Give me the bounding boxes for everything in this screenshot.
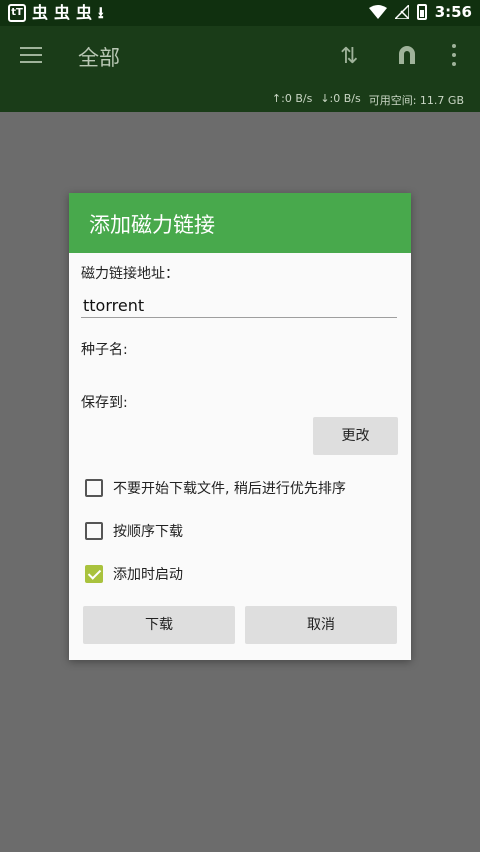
wifi-icon xyxy=(368,5,387,19)
magnet-icon[interactable] xyxy=(396,44,418,66)
page-title: 全部 xyxy=(78,46,120,70)
free-space: 可用空间: 11.7 GB xyxy=(368,94,464,107)
speed-info: ↑:0 B/s ↓:0 B/s 可用空间: 11.7 GB xyxy=(272,92,464,108)
option-label: 按顺序下载 xyxy=(113,524,183,540)
app-bar: 全部 ⇅ ↑:0 B/s ↓:0 B/s 可用空间: 11.7 GB xyxy=(0,26,480,112)
dialog-header: 添加磁力链接 xyxy=(69,193,411,253)
add-magnet-dialog: 添加磁力链接 磁力链接地址： 种子名: 保存到: 更改 不要开始下载文件, 稍后… xyxy=(69,193,411,660)
more-vert-icon[interactable] xyxy=(452,44,458,66)
option-start-on-add[interactable]: 添加时启动 xyxy=(85,564,183,584)
status-notification-icons: tT 虫 虫 虫 ⭳ xyxy=(8,4,104,22)
bug-icon: 虫 xyxy=(76,3,93,22)
option-delay-download[interactable]: 不要开始下载文件, 稍后进行优先排序 xyxy=(85,478,346,498)
option-label: 添加时启动 xyxy=(113,567,183,583)
checkbox[interactable] xyxy=(85,522,103,540)
status-system-icons: 3:56 xyxy=(368,3,472,21)
checkbox[interactable] xyxy=(85,479,103,497)
battery-icon xyxy=(416,4,427,20)
checkbox[interactable] xyxy=(85,565,103,583)
no-signal-icon xyxy=(394,5,409,19)
magnet-link-input[interactable] xyxy=(81,290,397,318)
download-icon: ⭳ xyxy=(98,3,104,22)
status-bar: tT 虫 虫 虫 ⭳ 3:56 xyxy=(0,0,480,26)
bug-icon: 虫 xyxy=(32,3,49,22)
option-sequential-download[interactable]: 按顺序下载 xyxy=(85,521,183,541)
upload-speed: ↑:0 B/s xyxy=(271,92,313,105)
sort-icon[interactable]: ⇅ xyxy=(340,44,358,69)
download-speed: ↓:0 B/s xyxy=(320,92,361,105)
change-button[interactable]: 更改 xyxy=(313,417,398,455)
download-button[interactable]: 下载 xyxy=(83,606,235,644)
cancel-button[interactable]: 取消 xyxy=(245,606,397,644)
option-label: 不要开始下载文件, 稍后进行优先排序 xyxy=(113,481,346,497)
clock: 3:56 xyxy=(434,3,472,21)
seed-name-label: 种子名: xyxy=(81,342,128,358)
app-badge-icon: tT xyxy=(8,4,26,22)
bug-icon: 虫 xyxy=(54,3,71,22)
magnet-link-label: 磁力链接地址： xyxy=(81,266,179,282)
save-to-label: 保存到: xyxy=(81,395,128,411)
menu-icon[interactable] xyxy=(20,47,42,63)
dialog-title: 添加磁力链接 xyxy=(89,213,215,237)
